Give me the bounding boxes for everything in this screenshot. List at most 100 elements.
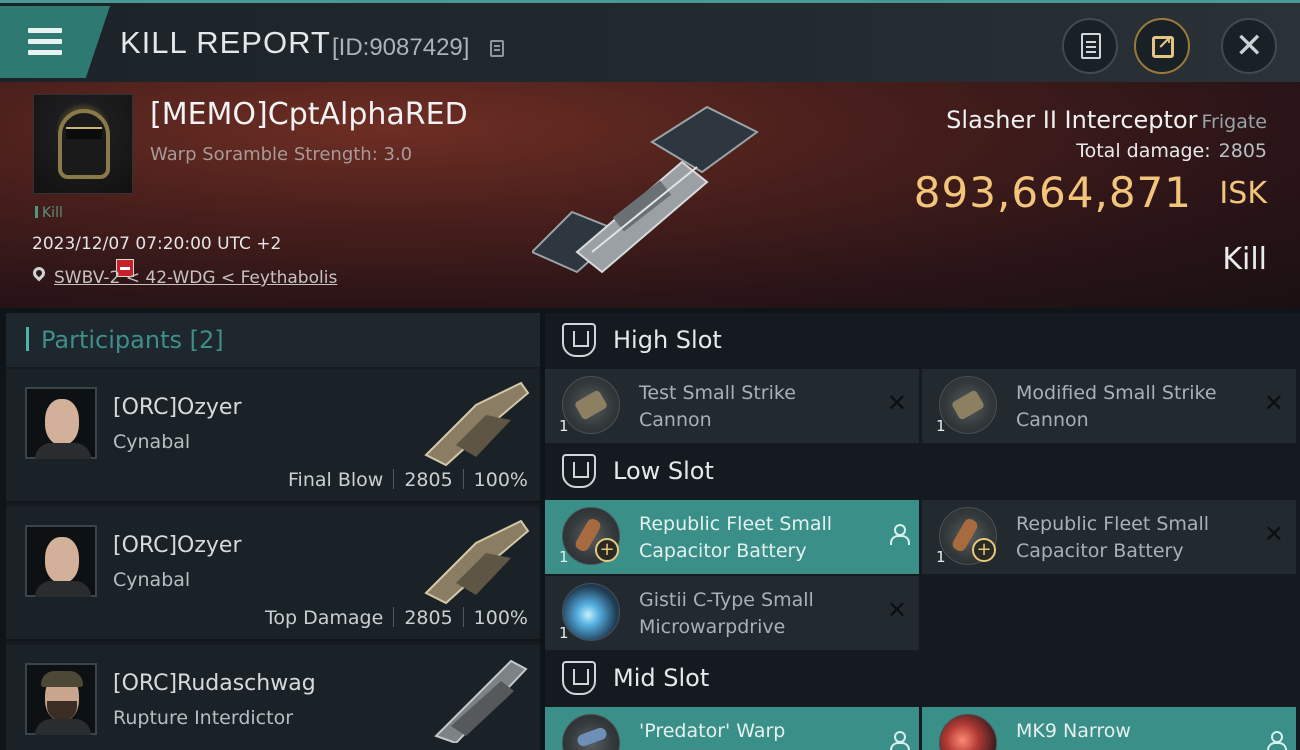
warp-disruptor-icon (562, 714, 620, 750)
module-name-line: Modified Small Strike (1016, 382, 1217, 404)
report-id: [ID:9087429] (332, 34, 470, 61)
stats-divider (462, 607, 464, 627)
location-pin-icon (30, 264, 48, 282)
participant-percent: 100% (473, 469, 528, 491)
module-name-line: Test Small Strike (639, 382, 796, 404)
module-quantity: 1 (559, 548, 569, 566)
isk-value: 893,664,871 (913, 168, 1192, 217)
participant-avatar[interactable] (25, 663, 97, 735)
kill-datetime: 2023/12/07 07:20:00 UTC +2 (32, 234, 282, 254)
clipboard-button[interactable] (1062, 18, 1118, 74)
participant-role: Top Damage (265, 607, 384, 629)
participant-row[interactable]: [ORC]Rudaschwag Rupture Interdictor (6, 645, 540, 750)
module-name-line: Microwarpdrive (639, 616, 786, 638)
participant-ship-render (434, 659, 528, 743)
module-name-line: Republic Fleet Small (1016, 513, 1210, 535)
participant-stats: Top Damage 2805 100% (265, 607, 528, 629)
participant-avatar[interactable] (25, 525, 97, 597)
isk-unit: ISK (1219, 176, 1267, 211)
kill-result: Kill (1222, 242, 1267, 277)
module-name-line: Gistii C-Type Small (639, 589, 814, 611)
module-quantity: 1 (936, 548, 946, 566)
stats-divider (462, 469, 464, 489)
participant-name: [ORC]Ozyer (113, 533, 242, 558)
participant-ship: Rupture Interdictor (113, 707, 293, 729)
high-slot-title: High Slot (613, 326, 722, 354)
header-marker (26, 327, 29, 351)
scramble-strength: Warp Soramble Strength: 3.0 (150, 144, 413, 165)
participants-title: Participants [2] (41, 326, 224, 354)
ship-render[interactable] (532, 102, 762, 282)
module-name-line: MK9 Narrow (1016, 720, 1131, 742)
participant-row[interactable]: [ORC]Ozyer Cynabal Top Damage 2805 100% (6, 507, 540, 641)
fitting-panel: High Slot 1 Test Small Strike Cannon ✕ 1 … (545, 313, 1300, 750)
module-name: Test Small Strike Cannon (639, 380, 879, 434)
ship-class: Frigate (1201, 111, 1267, 133)
hamburger-icon (28, 28, 62, 61)
low-slot-title: Low Slot (613, 457, 714, 485)
module-item[interactable]: + 1 Republic Fleet Small Capacitor Batter… (922, 500, 1296, 574)
participant-ship: Cynabal (113, 431, 191, 453)
share-button[interactable] (1134, 18, 1190, 74)
module-item[interactable]: 'Predator' Warp (545, 707, 919, 750)
tag-marker (35, 206, 38, 218)
cannon-module-icon (562, 376, 620, 434)
module-item[interactable]: MK9 Narrow (922, 707, 1296, 750)
total-damage: Total damage: 2805 (1076, 140, 1267, 162)
close-button[interactable]: ✕ (1221, 18, 1277, 74)
visor (66, 127, 102, 139)
module-item[interactable]: 1 Test Small Strike Cannon ✕ (545, 369, 919, 443)
copy-icon[interactable] (490, 40, 504, 57)
person-icon (1266, 731, 1287, 750)
microwarpdrive-icon (562, 583, 620, 641)
module-name-line: Cannon (1016, 409, 1089, 431)
module-name: Republic Fleet Small Capacitor Battery (639, 511, 879, 565)
ship-type-name: Slasher II Interceptor (946, 106, 1198, 134)
module-name-line: 'Predator' Warp (639, 720, 786, 742)
low-slot-header: Low Slot (545, 444, 1300, 500)
participant-avatar[interactable] (25, 387, 97, 459)
share-icon (1152, 33, 1174, 58)
plus-icon: + (972, 538, 996, 562)
mid-slot-title: Mid Slot (613, 664, 710, 692)
participant-role: Final Blow (288, 469, 384, 491)
module-item[interactable]: 1 Gistii C-Type Small Microwarpdrive ✕ (545, 576, 919, 650)
total-damage-value: 2805 (1218, 140, 1267, 162)
menu-button[interactable] (0, 6, 110, 78)
participant-damage: 2805 (404, 469, 453, 491)
participant-row[interactable]: [ORC]Ozyer Cynabal Final Blow 2805 100% (6, 369, 540, 503)
portrait-head (45, 399, 79, 445)
portrait-cap (41, 671, 83, 687)
module-item[interactable]: + 1 Republic Fleet Small Capacitor Batter… (545, 500, 919, 574)
destroyed-x-icon: ✕ (1263, 389, 1284, 417)
page-title: KILL REPORT (120, 25, 331, 60)
scanner-module-icon (939, 714, 997, 750)
victim-name[interactable]: [MEMO]CptAlphaRED (150, 97, 468, 132)
portrait-body (35, 443, 91, 459)
high-slot-header: High Slot (545, 313, 1300, 369)
module-quantity: 1 (559, 417, 569, 435)
destroyed-x-icon: ✕ (1263, 520, 1284, 548)
module-item[interactable]: 1 Modified Small Strike Cannon ✕ (922, 369, 1296, 443)
module-quantity: 1 (936, 417, 946, 435)
person-icon (889, 731, 910, 750)
victim-avatar[interactable] (33, 94, 133, 194)
low-slot-icon (562, 454, 596, 488)
person-icon (889, 524, 910, 545)
participants-header: Participants [2] (6, 313, 540, 367)
mid-slot-header: Mid Slot (545, 651, 1300, 707)
location-link[interactable]: SWBV-2 < 42-WDG < Feythabolis (54, 268, 337, 288)
module-name-line: Capacitor Battery (639, 540, 807, 562)
total-damage-label: Total damage: (1076, 140, 1211, 162)
stats-divider (393, 607, 395, 627)
participant-percent: 100% (473, 607, 528, 629)
module-name-line: Capacitor Battery (1016, 540, 1184, 562)
module-name: MK9 Narrow (1016, 718, 1256, 745)
portrait-body (35, 719, 91, 735)
module-name-line: Cannon (639, 409, 712, 431)
module-name: 'Predator' Warp (639, 718, 879, 745)
close-icon: ✕ (1235, 26, 1264, 66)
destroyed-x-icon: ✕ (886, 389, 907, 417)
participant-ship-render (424, 381, 530, 467)
clipboard-icon (1081, 33, 1101, 59)
